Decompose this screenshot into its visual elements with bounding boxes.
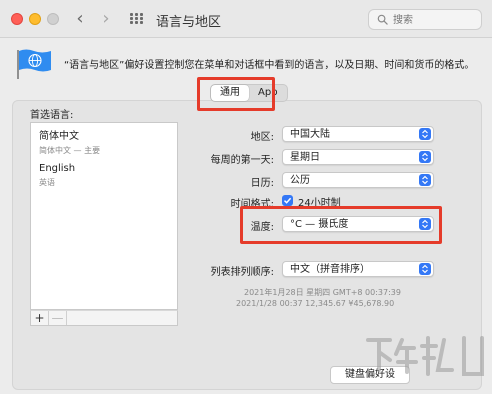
list-item[interactable]: 简体中文 简体中文 — 主要 xyxy=(39,127,100,156)
calendar-label: 日历: xyxy=(250,178,274,189)
region-select[interactable]: 中国大陆 xyxy=(282,126,434,142)
list-sort-select[interactable]: 中文（拼音排序） xyxy=(282,261,434,277)
show-all-grid-icon[interactable] xyxy=(130,13,144,25)
temperature-highlight-annotation xyxy=(240,206,442,244)
chevron-up-down-icon xyxy=(419,151,431,163)
tab-highlight-annotation xyxy=(197,77,275,111)
language-name: 简体中文 xyxy=(39,131,79,142)
preferences-window: ‹ › 语言与地区 “语言与地区”偏好设置控制您在菜单和对话框中看到的语言，以及… xyxy=(0,0,492,394)
language-list-toolbar: + — xyxy=(30,310,178,326)
sample-number-line: 2021/1/28 00:37 12,345.67 ¥45,678.90 xyxy=(236,299,395,308)
search-input[interactable] xyxy=(393,13,477,27)
region-value: 中国大陆 xyxy=(290,129,330,140)
region-label: 地区: xyxy=(250,132,274,143)
language-detail: 英语 xyxy=(39,178,55,187)
title-bar: ‹ › 语言与地区 xyxy=(0,0,492,38)
search-icon xyxy=(377,14,388,25)
calendar-value: 公历 xyxy=(290,175,310,186)
site-watermark-logo xyxy=(366,336,484,376)
zoom-window-button[interactable] xyxy=(47,13,59,25)
first-day-select[interactable]: 星期日 xyxy=(282,149,434,165)
calendar-select[interactable]: 公历 xyxy=(282,172,434,188)
sample-date-line: 2021年1月28日 星期四 GMT+8 00:37:39 xyxy=(244,288,401,297)
window-title: 语言与地区 xyxy=(156,15,222,30)
language-detail: 简体中文 — 主要 xyxy=(39,146,101,155)
add-language-button[interactable]: + xyxy=(31,311,49,325)
forward-chevron-icon[interactable]: › xyxy=(96,8,116,30)
minimize-window-button[interactable] xyxy=(29,13,41,25)
close-window-button[interactable] xyxy=(11,13,23,25)
first-day-value: 星期日 xyxy=(290,152,320,163)
chevron-up-down-icon xyxy=(419,174,431,186)
chevron-up-down-icon xyxy=(419,263,431,275)
language-name: English xyxy=(39,163,76,174)
remove-language-button[interactable]: — xyxy=(49,311,67,325)
preferred-languages-list: 简体中文 简体中文 — 主要 English 英语 xyxy=(30,122,178,310)
list-sort-value: 中文（拼音排序） xyxy=(290,264,370,275)
search-field[interactable] xyxy=(368,9,482,30)
back-chevron-icon[interactable]: ‹ xyxy=(70,8,90,30)
preferred-languages-label: 首选语言: xyxy=(30,110,74,121)
checkmark-icon xyxy=(283,197,292,204)
list-sort-label: 列表排列顺序: xyxy=(210,267,274,278)
24-hour-checkbox[interactable] xyxy=(282,195,293,206)
pane-description: “语言与地区”偏好设置控制您在菜单和对话框中看到的语言，以及日期、时间和货币的格… xyxy=(64,60,475,71)
language-region-flag-icon xyxy=(17,49,51,79)
chevron-up-down-icon xyxy=(419,128,431,140)
first-day-label: 每周的第一天: xyxy=(210,155,274,166)
list-item[interactable]: English 英语 xyxy=(39,163,75,188)
